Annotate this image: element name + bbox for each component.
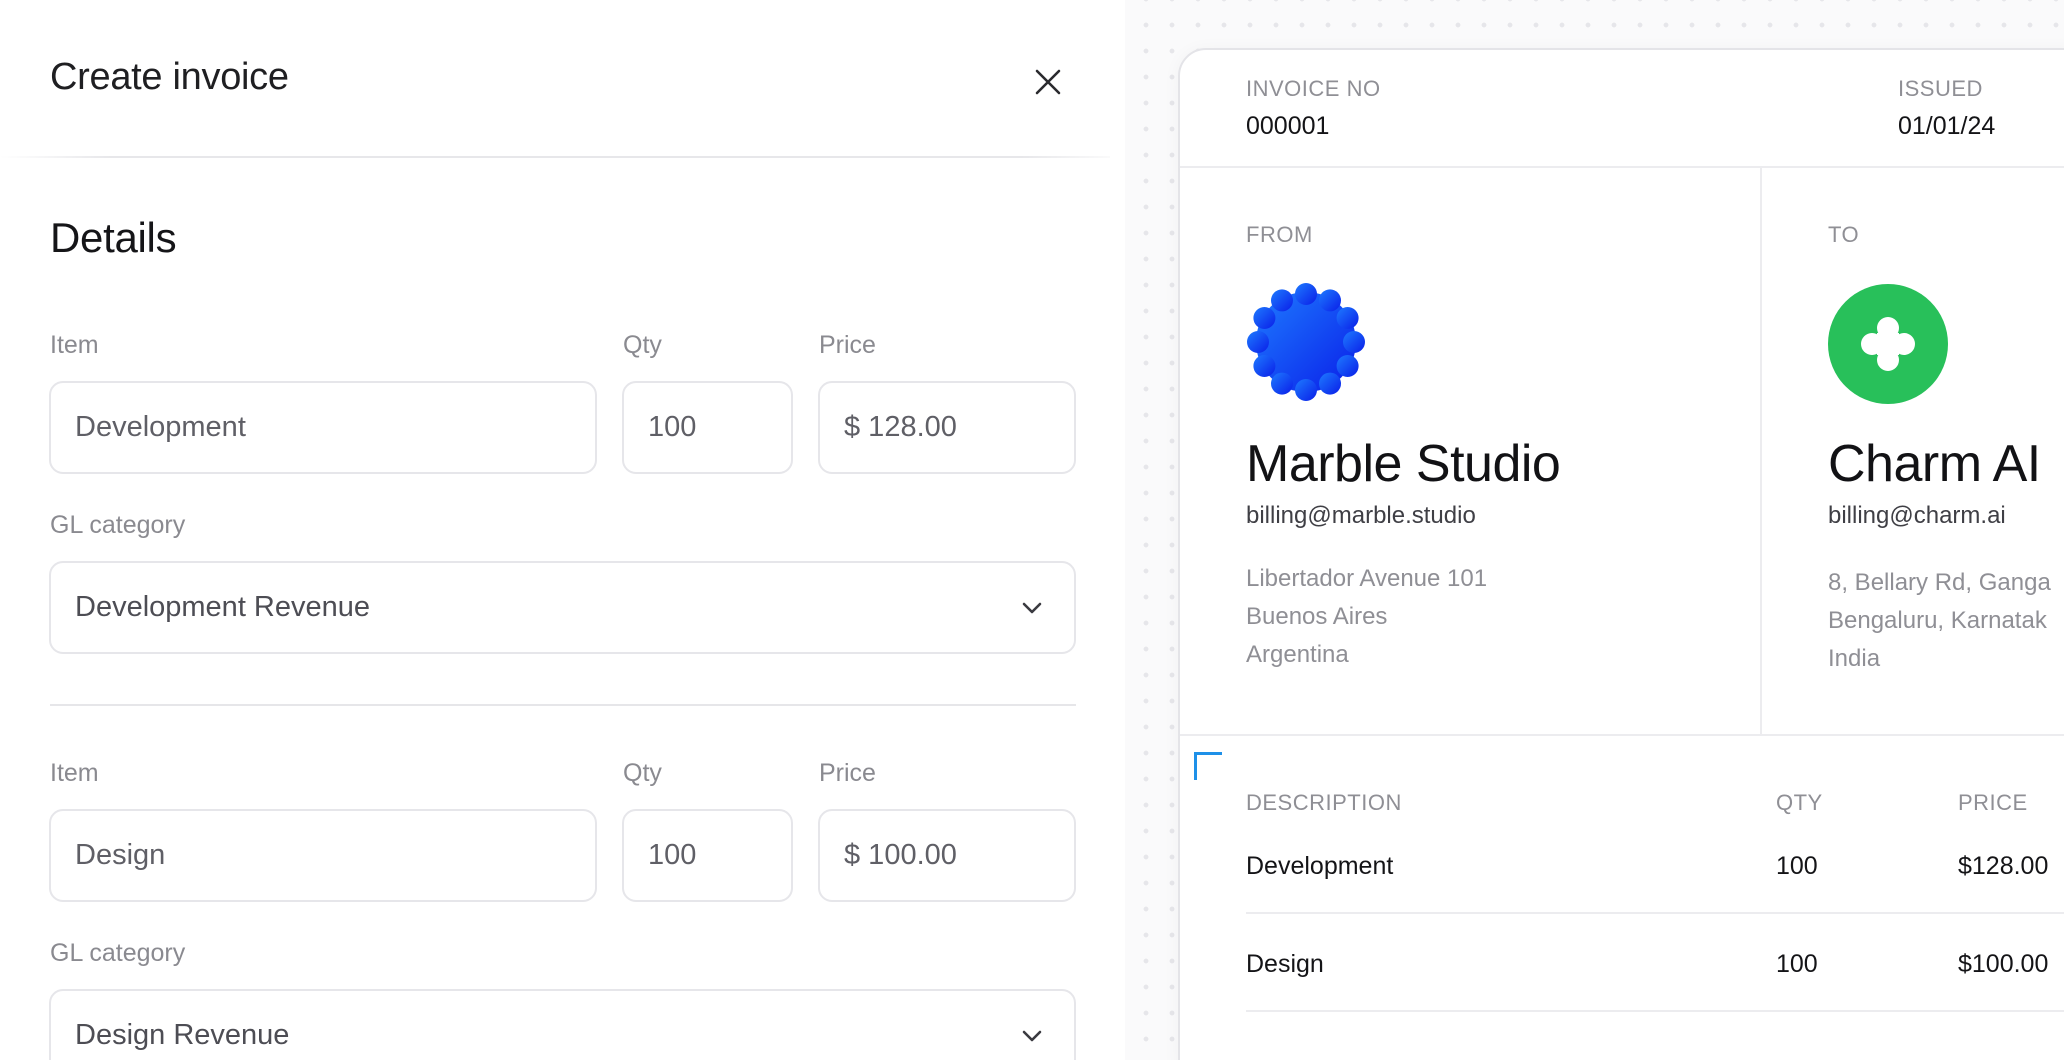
from-address-line: Argentina: [1246, 641, 1349, 668]
price-label: Price: [819, 759, 876, 787]
line-description: Design: [1246, 950, 1324, 978]
invoice-preview-card: INVOICE NO 000001 ISSUED 01/01/24 FROM M…: [1178, 48, 2064, 1060]
close-icon: [1035, 69, 1061, 95]
price-input[interactable]: $ 128.00: [818, 381, 1076, 474]
close-button[interactable]: [1022, 56, 1074, 108]
item-label: Item: [50, 331, 99, 359]
price-input[interactable]: $ 100.00: [818, 809, 1076, 902]
line-price: $128.00: [1958, 852, 2049, 880]
gl-category-value: Design Revenue: [75, 1019, 290, 1051]
from-address-line: Libertador Avenue 101: [1246, 565, 1488, 592]
gl-category-value: Development Revenue: [75, 591, 371, 623]
focus-corner-indicator: [1194, 752, 1222, 780]
panel-header: Create invoice: [0, 0, 1110, 158]
invoice-number-label: INVOICE NO: [1246, 76, 1381, 101]
panel-title: Create invoice: [50, 56, 289, 98]
qty-label: Qty: [623, 331, 662, 359]
price-input-value: $ 128.00: [844, 411, 957, 443]
from-company-name: Marble Studio: [1246, 435, 1561, 493]
line-description: Development: [1246, 852, 1394, 880]
header-divider: [0, 156, 1110, 158]
card-divider: [1180, 734, 2064, 736]
gl-category-select[interactable]: Development Revenue: [49, 561, 1076, 654]
to-address-line: Bengaluru, Karnatak: [1828, 607, 2047, 634]
chevron-down-icon: [1020, 1024, 1044, 1048]
section-title: Details: [50, 214, 177, 261]
qty-input[interactable]: 100: [622, 809, 793, 902]
chevron-down-icon: [1020, 596, 1044, 620]
issued-date: 01/01/24: [1898, 112, 1996, 140]
to-address: 8, Bellary Rd, Ganga Bengaluru, Karnatak…: [1828, 564, 2051, 678]
item-input[interactable]: Development: [49, 381, 597, 474]
item-input-value: Development: [75, 411, 246, 443]
qty-input[interactable]: 100: [622, 381, 793, 474]
item-input[interactable]: Design: [49, 809, 597, 902]
item-input-value: Design: [75, 839, 166, 871]
gl-category-label: GL category: [50, 939, 186, 967]
line-separator: [1246, 1010, 2064, 1012]
to-email: billing@charm.ai: [1828, 502, 2006, 529]
price-column-header: PRICE: [1958, 790, 2028, 815]
gl-category-label: GL category: [50, 511, 186, 539]
to-label: TO: [1828, 222, 1860, 247]
marble-logo-icon: [1247, 283, 1365, 401]
line-item-divider: [50, 704, 1076, 706]
charm-logo-icon: [1828, 284, 1948, 404]
qty-input-value: 100: [648, 839, 697, 871]
to-address-line: 8, Bellary Rd, Ganga: [1828, 569, 2051, 596]
qty-label: Qty: [623, 759, 662, 787]
qty-input-value: 100: [648, 411, 697, 443]
from-email: billing@marble.studio: [1246, 502, 1476, 529]
to-address-line: India: [1828, 645, 1881, 672]
from-label: FROM: [1246, 222, 1313, 247]
item-label: Item: [50, 759, 99, 787]
parties-divider: [1760, 168, 1762, 736]
to-company-name: Charm AI: [1828, 435, 2041, 493]
line-qty: 100: [1776, 950, 1818, 978]
from-address: Libertador Avenue 101 Buenos Aires Argen…: [1246, 560, 1487, 674]
issued-label: ISSUED: [1898, 76, 1983, 101]
from-address-line: Buenos Aires: [1246, 603, 1388, 630]
line-separator: [1246, 912, 2064, 914]
invoice-number: 000001: [1246, 112, 1330, 140]
description-column-header: DESCRIPTION: [1246, 790, 1402, 815]
line-price: $100.00: [1958, 950, 2049, 978]
card-divider: [1180, 166, 2064, 168]
create-invoice-panel: Create invoice Details Item Qty Price De…: [0, 0, 1125, 1060]
qty-column-header: QTY: [1776, 790, 1823, 815]
line-qty: 100: [1776, 852, 1818, 880]
price-input-value: $ 100.00: [844, 839, 957, 871]
price-label: Price: [819, 331, 876, 359]
gl-category-select[interactable]: Design Revenue: [49, 989, 1076, 1060]
